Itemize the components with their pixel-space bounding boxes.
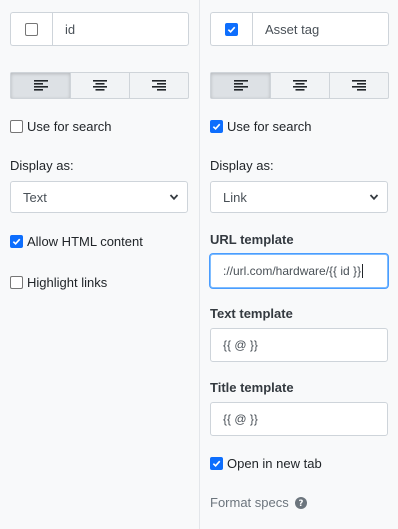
align-right-icon xyxy=(352,80,366,91)
alignment-group xyxy=(10,72,189,99)
svg-text:?: ? xyxy=(298,499,303,509)
url-template-value: ://url.com/hardware/{{ id }} xyxy=(223,264,362,278)
align-left-button[interactable] xyxy=(11,73,70,98)
display-as-label: Display as: xyxy=(10,158,74,173)
alignment-group xyxy=(210,72,389,99)
align-left-icon xyxy=(33,80,48,91)
chevron-down-icon xyxy=(169,194,179,201)
display-as-value: Link xyxy=(223,189,247,205)
title-template-label: Title template xyxy=(210,380,294,395)
checkmark-icon xyxy=(212,460,221,468)
text-template-input[interactable]: {{ @ }} xyxy=(210,328,388,362)
column-name-input[interactable]: Asset tag xyxy=(252,12,389,46)
display-as-select[interactable]: Text xyxy=(10,181,188,213)
text-template-value: {{ @ }} xyxy=(223,338,258,352)
use-for-search-checkbox[interactable] xyxy=(10,120,23,133)
highlight-links-row[interactable]: Highlight links xyxy=(10,275,107,290)
align-right-button[interactable] xyxy=(129,73,188,98)
align-right-icon xyxy=(152,80,166,91)
question-circle-icon[interactable]: ? xyxy=(294,496,307,509)
allow-html-label: Allow HTML content xyxy=(27,234,143,249)
display-as-label: Display as: xyxy=(210,158,274,173)
use-for-search-label: Use for search xyxy=(227,119,312,134)
display-as-select[interactable]: Link xyxy=(210,181,388,213)
highlight-links-checkbox[interactable] xyxy=(10,276,23,289)
title-template-value: {{ @ }} xyxy=(223,412,258,426)
column-visible-checkbox-wrap[interactable] xyxy=(10,12,52,46)
url-template-label: URL template xyxy=(210,232,294,247)
column-name-group: Asset tag xyxy=(210,12,389,46)
column-visible-checkbox[interactable] xyxy=(225,22,238,36)
open-new-tab-row[interactable]: Open in new tab xyxy=(210,456,322,471)
column-visible-checkbox-wrap[interactable] xyxy=(210,12,252,46)
title-template-input[interactable]: {{ @ }} xyxy=(210,402,388,436)
align-center-icon xyxy=(93,80,107,91)
chevron-down-icon xyxy=(369,194,379,201)
highlight-links-label: Highlight links xyxy=(27,275,108,290)
display-as-value: Text xyxy=(23,189,47,205)
align-right-button[interactable] xyxy=(329,73,388,98)
align-left-button[interactable] xyxy=(211,73,270,98)
format-specs-row: Format specs ? xyxy=(210,495,307,510)
text-template-label: Text template xyxy=(210,306,293,321)
checkmark-icon xyxy=(227,26,236,33)
use-for-search-label: Use for search xyxy=(27,119,112,134)
left-column-editor: id Use for search Display as: Text Allow… xyxy=(0,0,200,529)
checkmark-icon xyxy=(212,123,221,131)
align-center-button[interactable] xyxy=(70,73,129,98)
align-center-icon xyxy=(293,80,307,91)
format-specs-label: Format specs xyxy=(210,495,289,510)
open-new-tab-checkbox[interactable] xyxy=(210,457,223,470)
use-for-search-row[interactable]: Use for search xyxy=(10,119,112,134)
open-new-tab-label: Open in new tab xyxy=(227,456,322,471)
right-column-editor: Asset tag Use for search Display as: Lin… xyxy=(200,0,398,529)
column-visible-checkbox[interactable] xyxy=(25,22,38,36)
checkmark-icon xyxy=(12,238,21,246)
align-center-button[interactable] xyxy=(270,73,329,98)
allow-html-row[interactable]: Allow HTML content xyxy=(10,234,143,249)
use-for-search-row[interactable]: Use for search xyxy=(210,119,312,134)
use-for-search-checkbox[interactable] xyxy=(210,120,223,133)
column-name-input[interactable]: id xyxy=(52,12,189,46)
allow-html-checkbox[interactable] xyxy=(10,235,23,248)
column-name-group: id xyxy=(10,12,189,46)
url-template-input[interactable]: ://url.com/hardware/{{ id }} xyxy=(210,254,388,288)
text-caret xyxy=(362,264,364,278)
align-left-icon xyxy=(233,80,248,91)
